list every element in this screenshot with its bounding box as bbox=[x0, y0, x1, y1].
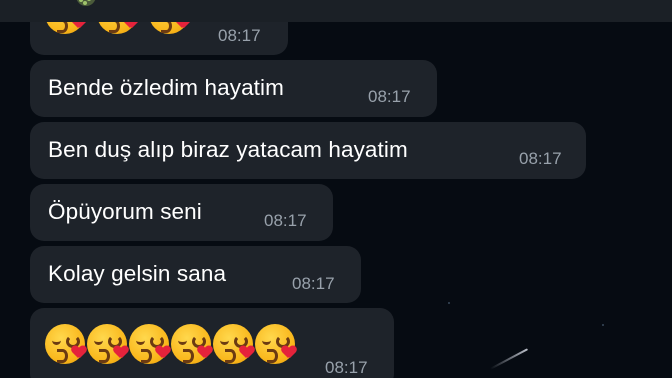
message-bubble[interactable]: Ben duş alıp biraz yatacam hayatim 08:17 bbox=[30, 122, 586, 179]
contact-avatar[interactable] bbox=[76, 0, 96, 6]
kissing-heart-emoji-icon bbox=[213, 324, 253, 364]
chat-header-bar bbox=[0, 0, 672, 22]
emoji-row bbox=[45, 324, 295, 364]
message-bubble-emoji[interactable]: 08:17 bbox=[30, 308, 394, 378]
kissing-heart-emoji-icon bbox=[149, 22, 189, 34]
kissing-heart-emoji-icon bbox=[45, 22, 85, 34]
emoji-row bbox=[45, 22, 189, 34]
background-star bbox=[602, 324, 604, 326]
message-time: 08:17 bbox=[264, 211, 307, 230]
message-text: Ben duş alıp biraz yatacam hayatim bbox=[48, 137, 408, 162]
message-bubble[interactable]: Öpüyorum seni 08:17 bbox=[30, 184, 333, 241]
message-time: 08:17 bbox=[218, 26, 261, 45]
message-time: 08:17 bbox=[368, 87, 411, 106]
message-time: 08:17 bbox=[292, 274, 335, 293]
kissing-heart-emoji-icon bbox=[87, 324, 127, 364]
message-list[interactable]: 08:17 Bende özledim hayatim 08:17 Ben du… bbox=[0, 22, 672, 378]
message-text: Kolay gelsin sana bbox=[48, 261, 227, 286]
background-star bbox=[448, 302, 450, 304]
message-bubble[interactable]: Bende özledim hayatim 08:17 bbox=[30, 60, 437, 117]
kissing-heart-emoji-icon bbox=[129, 324, 169, 364]
kissing-heart-emoji-icon bbox=[171, 324, 211, 364]
message-time: 08:17 bbox=[325, 358, 368, 377]
message-text: Bende özledim hayatim bbox=[48, 75, 284, 100]
kissing-heart-emoji-icon bbox=[97, 22, 137, 34]
kissing-heart-emoji-icon bbox=[45, 324, 85, 364]
message-time: 08:17 bbox=[519, 149, 562, 168]
message-text: Öpüyorum seni bbox=[48, 199, 202, 224]
message-bubble[interactable]: Kolay gelsin sana 08:17 bbox=[30, 246, 361, 303]
light-streak bbox=[489, 348, 529, 370]
kissing-heart-emoji-icon bbox=[255, 324, 295, 364]
message-bubble-emoji-partial[interactable]: 08:17 bbox=[30, 22, 288, 55]
